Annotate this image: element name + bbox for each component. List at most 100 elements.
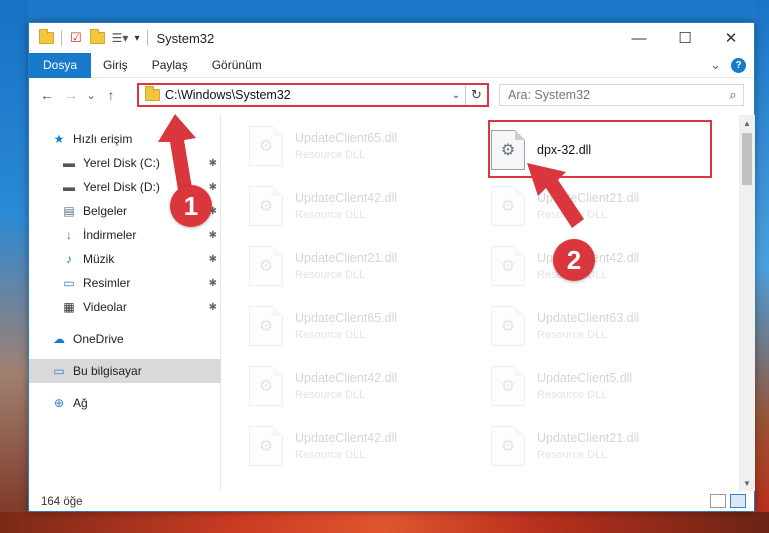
computer-icon: ▭ xyxy=(53,364,65,378)
file-list: ⚙ UpdateClient65.dll Resource DLL ⚙ UpdateCl… xyxy=(223,115,739,491)
file-item[interactable]: ⚙ UpdateClient21.dll Resource DLL xyxy=(491,179,711,233)
documents-icon: ▤ xyxy=(63,204,75,218)
sidebar-item-7[interactable]: ▦ Videolar ✱ xyxy=(29,295,221,319)
gear-icon: ⚙ xyxy=(500,198,516,215)
scroll-up-icon[interactable]: ▲ xyxy=(739,115,755,131)
video-icon: ▦ xyxy=(63,300,75,314)
tab-share[interactable]: Paylaş xyxy=(140,53,200,78)
file-type: Resource DLL xyxy=(537,449,608,461)
search-input[interactable] xyxy=(508,88,723,102)
pin-icon[interactable]: ✱ xyxy=(209,254,217,265)
dll-file-icon: ⚙ xyxy=(249,246,283,286)
pin-icon[interactable]: ✱ xyxy=(209,182,217,193)
gear-icon: ⚙ xyxy=(500,378,516,395)
gear-icon: ⚙ xyxy=(500,258,516,275)
maximize-button[interactable]: ☐ xyxy=(662,23,708,53)
sidebar-item-label: Yerel Disk (C:) xyxy=(83,156,160,170)
file-item[interactable]: ⚙UpdateClient42.dllResource DLL xyxy=(249,359,469,413)
address-folder-icon xyxy=(145,86,160,103)
dll-file-icon: ⚙ xyxy=(491,306,525,346)
file-item[interactable]: ⚙ UpdateClient5.dll Resource DLL xyxy=(491,359,711,413)
item-count: 164 öğe xyxy=(41,495,83,508)
title-separator xyxy=(61,30,62,46)
sidebar-item-9[interactable]: ▭ Bu bilgisayar xyxy=(29,359,221,383)
file-item[interactable]: ⚙ UpdateClient63.dll Resource DLL xyxy=(491,299,711,353)
file-item-highlighted[interactable]: ⚙ dpx-32.dll xyxy=(491,123,711,177)
scroll-down-icon[interactable]: ▼ xyxy=(739,475,755,491)
ribbon-tabs: Dosya Giriş Paylaş Görünüm ⌄ ? xyxy=(29,52,754,78)
search-icon[interactable]: ⌕ xyxy=(723,87,743,103)
file-type: Resource DLL xyxy=(295,329,366,341)
minimize-button[interactable]: — xyxy=(616,23,662,53)
music-icon: ♪ xyxy=(66,252,72,266)
dll-file-icon: ⚙ xyxy=(491,366,525,406)
file-item[interactable]: ⚙UpdateClient42.dllResource DLL xyxy=(249,179,469,233)
file-type: Resource DLL xyxy=(295,449,366,461)
large-icons-view-button[interactable] xyxy=(730,494,746,508)
file-type: Resource DLL xyxy=(295,209,366,221)
vertical-scrollbar[interactable]: ▲ ▼ xyxy=(739,115,755,491)
file-item[interactable]: ⚙ UpdateClient21.dll Resource DLL xyxy=(249,239,469,293)
desktop-background-right xyxy=(755,0,769,533)
tab-view[interactable]: Görünüm xyxy=(200,53,274,78)
dll-file-icon: ⚙ xyxy=(249,126,283,166)
file-name: dpx-32.dll xyxy=(537,143,592,157)
gear-icon: ⚙ xyxy=(258,258,274,275)
file-name: UpdateClient21.dll xyxy=(295,251,398,265)
search-box[interactable]: ⌕ xyxy=(499,84,744,106)
forward-button[interactable]: → xyxy=(59,83,83,107)
pin-icon[interactable]: ✱ xyxy=(209,230,217,241)
sidebar-item-label: Müzik xyxy=(83,252,115,266)
file-item[interactable]: ⚙UpdateClient42.dllResource DLL xyxy=(249,419,469,473)
file-item[interactable]: ⚙ UpdateClient65.dll Resource DLL xyxy=(249,299,469,353)
cloud-icon: ☁ xyxy=(53,332,65,346)
file-item[interactable]: ⚙ UpdateClient65.dll Resource DLL xyxy=(249,119,469,173)
toolbar-dropdown-icon[interactable]: ▾ xyxy=(134,33,139,44)
star-icon: ★ xyxy=(53,132,65,146)
tab-home[interactable]: Giriş xyxy=(91,53,140,78)
sidebar-item-10[interactable]: ⊕ Ağ xyxy=(29,391,221,415)
file-item[interactable]: ⚙UpdateClient42.dllResource DLL xyxy=(491,239,711,293)
close-button[interactable]: ✕ xyxy=(708,23,754,53)
dll-file-icon: ⚙ xyxy=(491,186,525,226)
details-view-button[interactable] xyxy=(710,494,726,508)
sidebar-item-8[interactable]: ☁ OneDrive xyxy=(29,327,221,351)
recent-locations-button[interactable]: ⌄ xyxy=(83,83,99,107)
callout-1: 1 xyxy=(170,185,212,227)
drive-icon: ▬ xyxy=(63,156,75,170)
sidebar-item-6[interactable]: ▭ Resimler ✱ xyxy=(29,271,221,295)
refresh-icon[interactable]: ↻ xyxy=(465,85,487,105)
pin-icon[interactable]: ✱ xyxy=(209,302,217,313)
up-button[interactable]: ↑ xyxy=(99,83,123,107)
dll-file-icon: ⚙ xyxy=(249,366,283,406)
drive-icon: ▬ xyxy=(63,180,75,194)
new-folder-icon[interactable] xyxy=(89,29,105,46)
desktop-background-bottom xyxy=(0,512,769,533)
pin-icon[interactable]: ✱ xyxy=(209,158,217,169)
tab-file[interactable]: Dosya xyxy=(29,52,92,78)
back-button[interactable]: ← xyxy=(35,83,59,107)
sidebar-item-0[interactable]: ★ Hızlı erişim xyxy=(29,127,221,151)
file-item[interactable]: ⚙ UpdateClient21.dll Resource DLL xyxy=(491,419,711,473)
sidebar-item-label: Ağ xyxy=(73,396,88,410)
file-type: Resource DLL xyxy=(295,149,366,161)
navigation-bar: ← → ⌄ ↑ C:\Windows\System32 ⌄ ↻ ⌕ xyxy=(29,79,754,111)
address-text[interactable]: C:\Windows\System32 xyxy=(165,88,447,102)
desktop-background xyxy=(0,0,28,533)
pin-icon[interactable]: ✱ xyxy=(209,278,217,289)
properties-icon[interactable]: ☑ xyxy=(70,30,82,46)
sidebar-item-1[interactable]: ▬ Yerel Disk (C:) ✱ xyxy=(29,151,221,175)
address-bar[interactable]: C:\Windows\System32 ⌄ ↻ xyxy=(137,83,489,107)
gear-icon: ⚙ xyxy=(500,318,516,335)
customize-toolbar-icon[interactable]: ☰▾ xyxy=(112,31,129,45)
callout-2: 2 xyxy=(553,239,595,281)
ribbon-expand-icon[interactable]: ⌄ xyxy=(710,57,721,73)
file-name: UpdateClient65.dll xyxy=(295,311,398,325)
sidebar-item-5[interactable]: ♪ Müzik ✱ xyxy=(29,247,221,271)
sidebar-item-label: Yerel Disk (D:) xyxy=(83,180,160,194)
scroll-thumb[interactable] xyxy=(742,133,752,185)
help-icon[interactable]: ? xyxy=(731,57,746,73)
file-type: Resource DLL xyxy=(295,269,366,281)
sidebar-item-label: Hızlı erişim xyxy=(73,132,133,146)
address-dropdown-icon[interactable]: ⌄ xyxy=(447,90,465,101)
